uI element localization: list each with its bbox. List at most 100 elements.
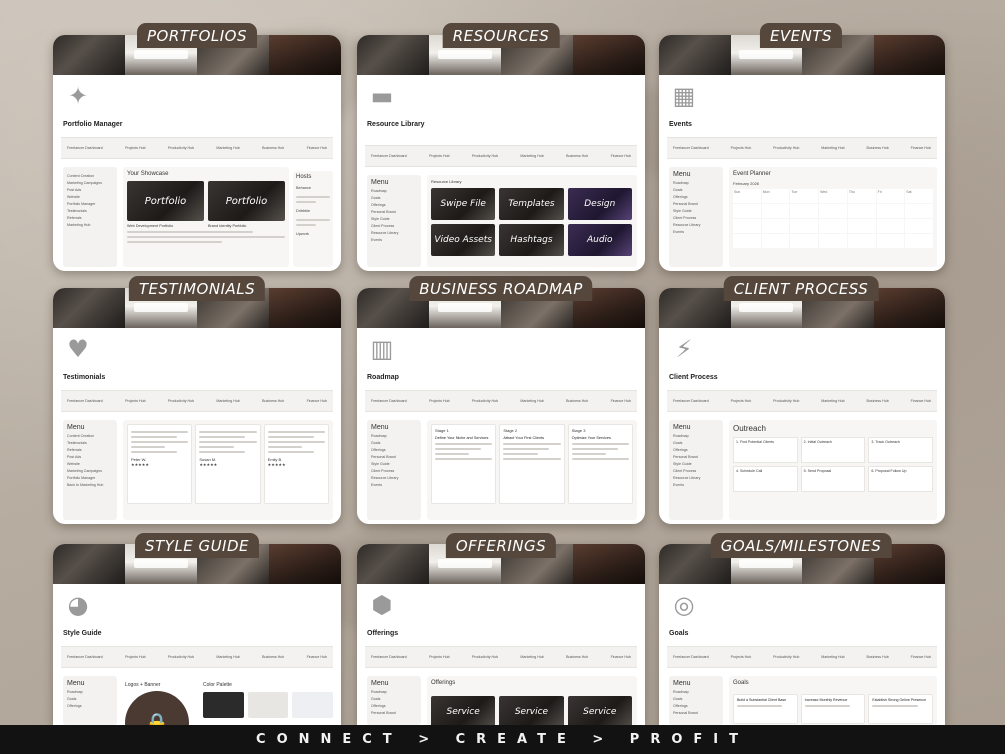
process-step[interactable]: 1. Find Potential Clients: [733, 437, 798, 463]
resource-tile[interactable]: Design: [567, 188, 632, 220]
nav-tab[interactable]: Projects Hub: [731, 399, 752, 404]
nav-tab[interactable]: Marketing Hub: [216, 399, 239, 404]
stage-task[interactable]: Optimize Your Services: [572, 436, 629, 440]
process-step[interactable]: 6. Proposal Follow Up: [868, 466, 933, 492]
calendar-cell[interactable]: [819, 204, 847, 218]
nav-tab[interactable]: Marketing Hub: [216, 655, 239, 660]
nav-tab[interactable]: Marketing Hub: [821, 146, 844, 151]
host-item[interactable]: Dribbble: [296, 209, 330, 213]
menu-item[interactable]: Referrals: [67, 448, 113, 452]
service-tile[interactable]: Service: [499, 696, 564, 725]
nav-tab[interactable]: Finance Hub: [911, 655, 931, 660]
nav-tab[interactable]: Freelancer Dashboard: [371, 399, 407, 404]
nav-tab[interactable]: Freelancer Dashboard: [673, 146, 709, 151]
nav-tab[interactable]: Marketing Hub: [520, 154, 543, 159]
calendar-cell[interactable]: [905, 204, 933, 218]
nav-tab[interactable]: Business Hub: [262, 146, 284, 151]
nav-tab[interactable]: Finance Hub: [611, 154, 631, 159]
menu-item[interactable]: Roadmap: [371, 189, 417, 193]
menu-item[interactable]: Goals: [673, 697, 719, 701]
menu-item[interactable]: Client Process: [371, 224, 417, 228]
calendar-cell[interactable]: [876, 234, 905, 248]
menu-item[interactable]: Back to Marketing Hub: [67, 483, 113, 487]
portfolio-tile[interactable]: Portfolio: [208, 181, 285, 221]
calendar-cell[interactable]: [819, 219, 847, 233]
nav-tab[interactable]: Finance Hub: [611, 655, 631, 660]
calendar-cell[interactable]: [847, 234, 876, 248]
calendar-cell[interactable]: [761, 204, 790, 218]
menu-item[interactable]: Roadmap: [371, 434, 417, 438]
host-item[interactable]: Upwork: [296, 232, 330, 236]
nav-tab[interactable]: Business Hub: [566, 154, 588, 159]
resources-card[interactable]: ▬ Resource Library Freelancer Dashboard …: [357, 35, 645, 271]
menu-item[interactable]: Roadmap: [673, 690, 719, 694]
menu-item[interactable]: Resource Library: [673, 223, 719, 227]
testimonials-card[interactable]: ♥ Testimonials Freelancer Dashboard Proj…: [53, 288, 341, 524]
nav-tab[interactable]: Productivity Hub: [472, 399, 498, 404]
calendar-cell[interactable]: [847, 219, 876, 233]
calendar-cell[interactable]: [733, 204, 761, 218]
client-process-card[interactable]: ⚡ Client Process Freelancer Dashboard Pr…: [659, 288, 945, 524]
menu-item[interactable]: Marketing Campaigns: [67, 181, 113, 185]
menu-item[interactable]: Roadmap: [67, 690, 113, 694]
calendar-cell[interactable]: [847, 204, 876, 218]
nav-tab[interactable]: Projects Hub: [429, 399, 450, 404]
nav-tab[interactable]: Business Hub: [262, 655, 284, 660]
menu-item[interactable]: Resource Library: [371, 231, 417, 235]
resource-tile[interactable]: Swipe File: [431, 188, 496, 220]
nav-tab[interactable]: Business Hub: [566, 655, 588, 660]
menu-item[interactable]: Client Process: [371, 469, 417, 473]
nav-tab[interactable]: Marketing Hub: [520, 399, 543, 404]
nav-tab[interactable]: Projects Hub: [731, 655, 752, 660]
nav-tab[interactable]: Projects Hub: [125, 399, 146, 404]
menu-item[interactable]: Goals: [673, 188, 719, 192]
nav-tab[interactable]: Marketing Hub: [821, 399, 844, 404]
nav-tab[interactable]: Business Hub: [867, 146, 889, 151]
stage-task[interactable]: Attract Your First Clients: [503, 436, 560, 440]
nav-tab[interactable]: Productivity Hub: [472, 655, 498, 660]
calendar-cell[interactable]: [819, 234, 847, 248]
stage-task[interactable]: Define Your Niche and Services: [435, 436, 492, 440]
nav-tab[interactable]: Freelancer Dashboard: [67, 655, 103, 660]
menu-item[interactable]: Style Guide: [371, 217, 417, 221]
menu-item[interactable]: Personal Brand: [371, 711, 417, 715]
menu-item[interactable]: Content Creation: [67, 174, 113, 178]
nav-tab[interactable]: Finance Hub: [911, 146, 931, 151]
menu-item[interactable]: Events: [371, 483, 417, 487]
menu-item[interactable]: Personal Brand: [371, 210, 417, 214]
nav-tab[interactable]: Productivity Hub: [773, 146, 799, 151]
goals-milestones-card[interactable]: ◎ Goals Freelancer Dashboard Projects Hu…: [659, 544, 945, 725]
menu-item[interactable]: Events: [673, 230, 719, 234]
nav-tab[interactable]: Projects Hub: [731, 146, 752, 151]
calendar-cell[interactable]: [905, 234, 933, 248]
nav-tab[interactable]: Finance Hub: [307, 399, 327, 404]
nav-tab[interactable]: Productivity Hub: [168, 655, 194, 660]
nav-tab[interactable]: Marketing Hub: [520, 655, 543, 660]
menu-item[interactable]: Post Ads: [67, 455, 113, 459]
menu-item[interactable]: Portfolio Manager: [67, 202, 113, 206]
menu-item[interactable]: Personal Brand: [673, 202, 719, 206]
process-step[interactable]: 4. Schedule Call: [733, 466, 798, 492]
nav-tab[interactable]: Projects Hub: [429, 655, 450, 660]
calendar-cell[interactable]: [876, 219, 905, 233]
menu-item[interactable]: Portfolio Manager: [67, 476, 113, 480]
calendar-cell[interactable]: [761, 234, 790, 248]
resource-tile[interactable]: Video Assets: [431, 224, 496, 256]
menu-item[interactable]: Offerings: [371, 704, 417, 708]
menu-item[interactable]: Offerings: [673, 448, 719, 452]
nav-tab[interactable]: Business Hub: [262, 399, 284, 404]
goal-card[interactable]: Increase Monthly Revenue: [800, 694, 866, 724]
nav-tab[interactable]: Marketing Hub: [821, 655, 844, 660]
nav-tab[interactable]: Productivity Hub: [773, 399, 799, 404]
menu-item[interactable]: Offerings: [371, 203, 417, 207]
menu-item[interactable]: Style Guide: [673, 462, 719, 466]
menu-item[interactable]: Style Guide: [371, 462, 417, 466]
menu-item[interactable]: Client Process: [673, 216, 719, 220]
menu-item[interactable]: Roadmap: [673, 181, 719, 185]
menu-item[interactable]: Offerings: [371, 448, 417, 452]
menu-item[interactable]: Website: [67, 462, 113, 466]
resource-tile[interactable]: Audio: [567, 224, 632, 256]
nav-tab[interactable]: Projects Hub: [125, 146, 146, 151]
nav-tab[interactable]: Business Hub: [867, 399, 889, 404]
menu-item[interactable]: Style Guide: [673, 209, 719, 213]
